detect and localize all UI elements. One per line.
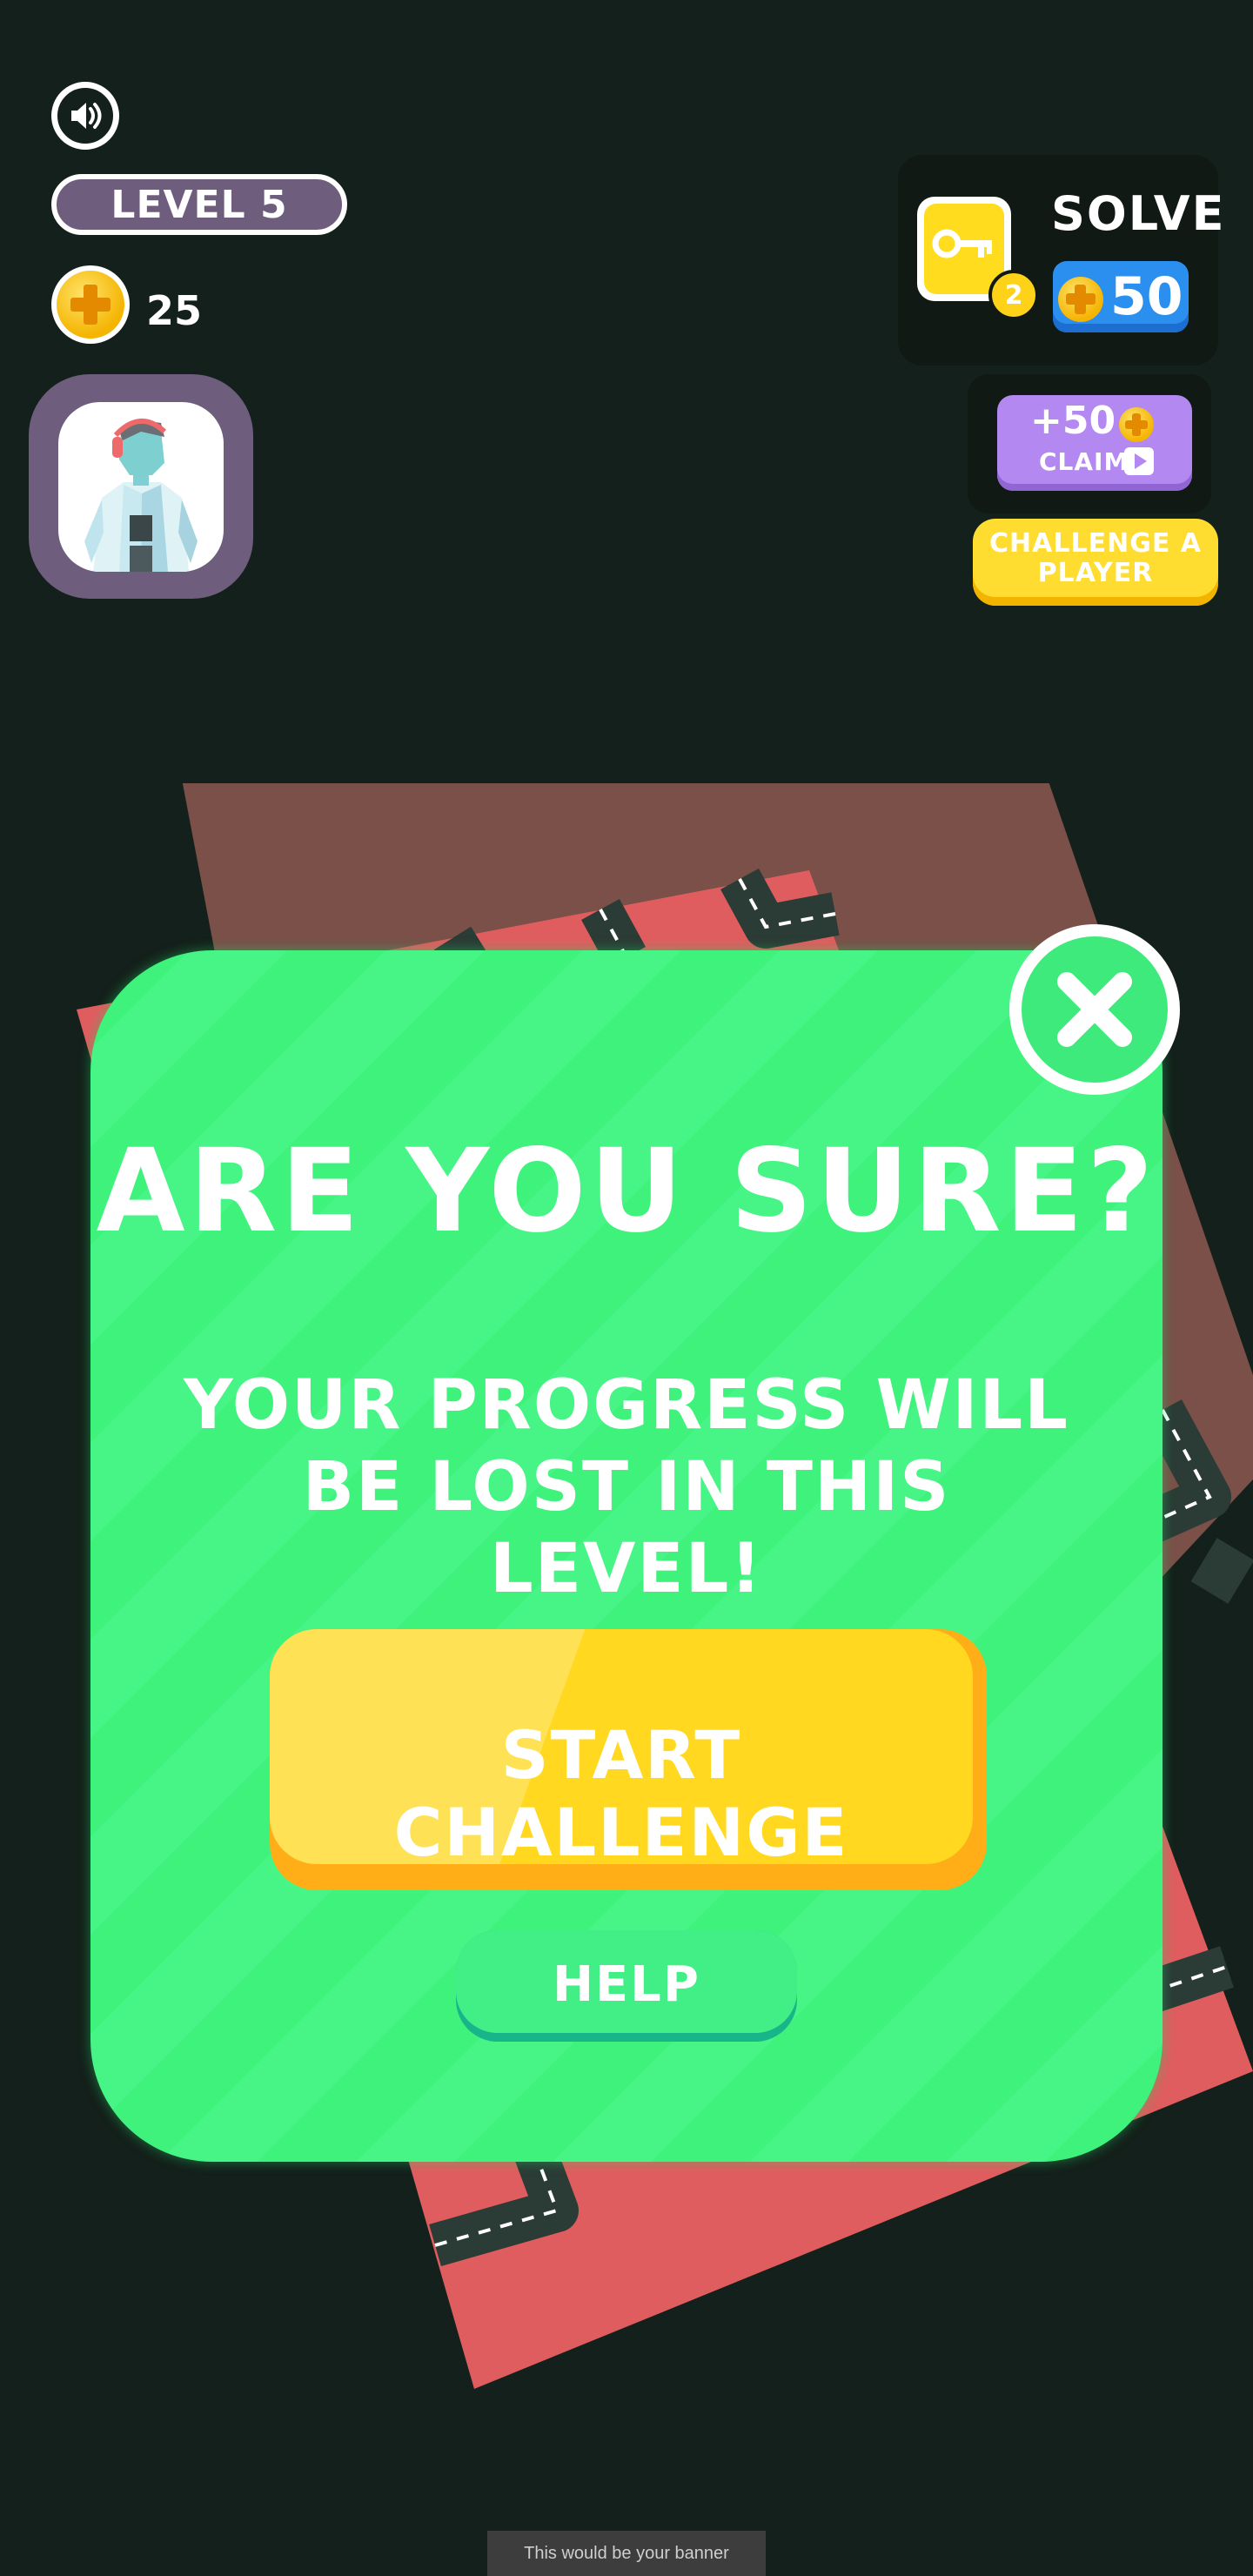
solve-cost: 50	[1110, 266, 1183, 327]
claim-label: CLAIM	[1039, 447, 1129, 476]
dialog-title: ARE YOU SURE?	[96, 1124, 1157, 1258]
claim-reward-button[interactable]: +50 CLAIM	[997, 395, 1192, 491]
help-button[interactable]: HELP	[456, 1930, 797, 2042]
character-image	[84, 418, 198, 572]
close-button[interactable]	[1009, 924, 1180, 1095]
ad-banner[interactable]: This would be your banner	[487, 2531, 766, 2576]
play-icon	[1124, 447, 1154, 475]
coin-count: 25	[146, 287, 203, 334]
coin-icon	[1119, 407, 1154, 442]
challenge-player-button[interactable]: CHALLENGE A PLAYER	[973, 519, 1218, 606]
claim-amount: +50	[1030, 399, 1116, 443]
solve-button[interactable]: 50	[1053, 261, 1189, 332]
help-label: HELP	[553, 1956, 700, 2013]
player-avatar-button[interactable]	[29, 374, 253, 599]
level-indicator: LEVEL 5	[51, 174, 347, 235]
coin-icon	[1058, 277, 1103, 322]
claim-panel: +50 CLAIM	[968, 374, 1211, 513]
solve-label: SOLVE	[1051, 186, 1226, 241]
close-icon	[1057, 972, 1132, 1047]
dialog-message: YOUR PROGRESS WILL BE LOST IN THIS LEVEL…	[184, 1366, 1069, 1608]
key-count-badge: 2	[988, 270, 1039, 320]
avatar	[58, 402, 224, 572]
speaker-icon	[71, 103, 102, 129]
confirm-dialog: ARE YOU SURE? YOUR PROGRESS WILL BE LOST…	[90, 950, 1163, 2162]
coin-icon	[51, 265, 130, 344]
sound-toggle-button[interactable]	[51, 82, 119, 150]
start-challenge-label: START CHALLENGE	[393, 1716, 849, 1871]
start-challenge-button[interactable]: START CHALLENGE	[270, 1629, 987, 1890]
solve-panel[interactable]: 2 SOLVE 50	[898, 155, 1223, 366]
